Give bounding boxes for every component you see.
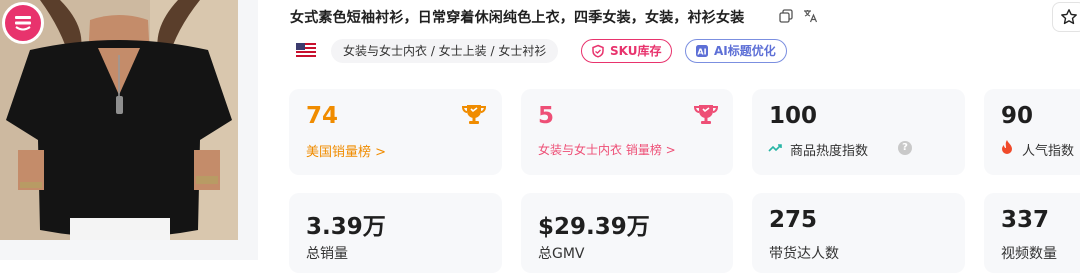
popularity-index-card: 100 商品热度指数 ? <box>752 89 965 175</box>
trophy-icon <box>461 105 487 124</box>
total-gmv-value: $29.39万 <box>538 214 650 240</box>
shield-icon <box>592 44 604 58</box>
popularity-card: 90 人气指数 <box>984 89 1080 175</box>
product-title: 女式素色短袖衬衫，日常穿着休闲纯色上衣，四季女装，女装，衬衫女装 <box>290 10 745 26</box>
trophy-icon <box>693 105 719 124</box>
creator-count-card: 275 带货达人数 <box>752 193 965 273</box>
ai-icon: AI <box>696 45 708 57</box>
total-gmv-label: 总GMV <box>538 246 585 262</box>
trend-icon <box>768 144 782 152</box>
popularity-label: 人气指数 <box>1022 144 1075 159</box>
us-sales-rank-label[interactable]: 美国销量榜 > <box>306 141 386 160</box>
category-breadcrumb[interactable]: 女装与女士内衣 / 女士上装 / 女士衬衫 <box>331 39 559 63</box>
translate-icon[interactable] <box>802 8 818 24</box>
popularity-index-label: 商品热度指数 <box>790 144 869 159</box>
us-sales-rank-card[interactable]: 74 美国销量榜 > <box>289 89 502 175</box>
shop-badge-icon <box>2 2 44 44</box>
us-sales-rank-value: 74 <box>306 103 339 129</box>
total-sales-label: 总销量 <box>306 246 348 262</box>
category-sales-rank-value: 5 <box>538 103 555 129</box>
total-gmv-card: $29.39万 总GMV <box>521 193 733 273</box>
category-sales-rank-card[interactable]: 5 女装与女士内衣 销量榜 > <box>521 89 733 175</box>
fire-icon <box>1002 140 1012 154</box>
popularity-value: 90 <box>1001 103 1034 129</box>
category-sales-rank-label[interactable]: 女装与女士内衣 销量榜 > <box>538 141 676 158</box>
star-icon <box>1061 9 1077 25</box>
sku-inventory-label: SKU库存 <box>610 44 662 58</box>
video-count-label: 视频数量 <box>1001 246 1057 262</box>
copy-icon[interactable] <box>778 8 794 24</box>
creator-count-label: 带货达人数 <box>769 246 839 262</box>
help-icon[interactable]: ? <box>898 141 912 155</box>
ai-title-optimize-button[interactable]: AI AI标题优化 <box>685 39 787 63</box>
total-sales-card: 3.39万 总销量 <box>289 193 502 273</box>
favorite-button[interactable] <box>1052 2 1080 32</box>
creator-count-value: 275 <box>769 207 818 233</box>
video-count-card: 337 视频数量 <box>984 193 1080 273</box>
video-count-value: 337 <box>1001 207 1050 233</box>
us-flag-icon <box>296 43 316 57</box>
product-image[interactable] <box>0 0 238 240</box>
sku-inventory-button[interactable]: SKU库存 <box>581 39 673 63</box>
total-sales-value: 3.39万 <box>306 214 386 240</box>
popularity-index-value: 100 <box>769 103 818 129</box>
svg-text:AI: AI <box>697 47 706 56</box>
ai-title-optimize-label: AI标题优化 <box>714 44 776 58</box>
